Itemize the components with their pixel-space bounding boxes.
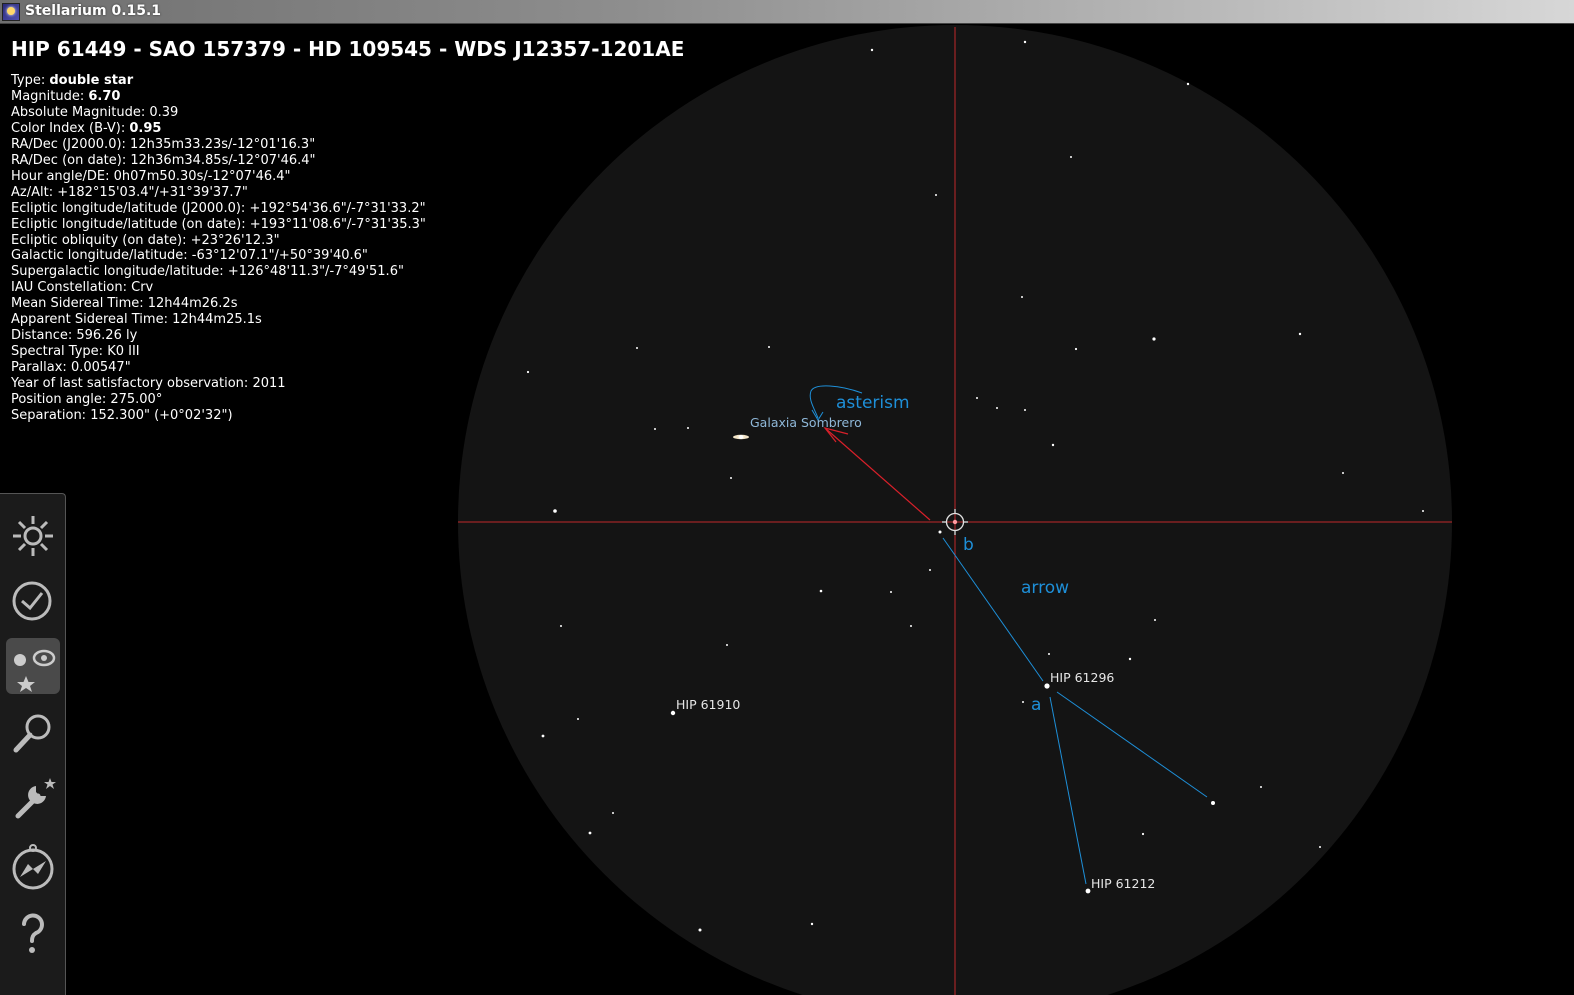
info-label: Hour angle/DE: xyxy=(11,168,114,184)
date-time-button[interactable] xyxy=(6,571,60,627)
info-row: Position angle: 275.00° xyxy=(11,392,426,408)
galaxy-label: Galaxia Sombrero xyxy=(750,415,862,430)
help-button[interactable] xyxy=(6,906,60,962)
object-title: HIP 61449 - SAO 157379 - HD 109545 - WDS… xyxy=(11,37,685,61)
info-label: Spectral Type: xyxy=(11,344,108,360)
info-value: 0.39 xyxy=(149,104,179,120)
info-label: Distance: xyxy=(11,328,77,344)
info-row: Ecliptic longitude/latitude (on date): +… xyxy=(11,217,426,233)
info-label: Absolute Magnitude: xyxy=(11,104,150,120)
info-value: 0.00547" xyxy=(70,360,131,376)
info-label: Year of last satisfactory observation: xyxy=(11,376,253,392)
info-row: Az/Alt: +182°15'03.4"/+31°39'37.7" xyxy=(11,185,426,201)
info-value: -63°12'07.1"/+50°39'40.6" xyxy=(191,248,368,264)
search-button[interactable] xyxy=(6,705,60,761)
info-row: Parallax: 0.00547" xyxy=(11,360,426,376)
info-value: +193°11'08.6"/-7°31'35.3" xyxy=(249,216,426,232)
info-label: Parallax: xyxy=(11,360,71,376)
info-row: Type: double star xyxy=(11,73,426,89)
star-label-hip-61910: HIP 61910 xyxy=(676,697,740,712)
info-row: IAU Constellation: Crv xyxy=(11,280,426,296)
info-row: Year of last satisfactory observation: 2… xyxy=(11,376,426,392)
info-row: Distance: 596.26 ly xyxy=(11,328,426,344)
info-row: Mean Sidereal Time: 12h44m26.2s xyxy=(11,296,426,312)
info-value: 0.95 xyxy=(129,120,162,136)
info-label: Magnitude: xyxy=(11,88,89,104)
date-time-icon xyxy=(12,581,52,621)
window-titlebar: Stellarium 0.15.1 xyxy=(0,0,1574,24)
info-value: 0h07m50.30s/-12°07'46.4" xyxy=(113,168,291,184)
info-row: Ecliptic longitude/latitude (J2000.0): +… xyxy=(11,201,426,217)
info-value: 12h44m25.1s xyxy=(172,312,262,328)
configuration-button[interactable] xyxy=(6,772,60,828)
info-row: Color Index (B-V): 0.95 xyxy=(11,121,426,137)
sky-and-viewing-options-icon xyxy=(14,649,56,692)
info-label: IAU Constellation: xyxy=(11,280,132,296)
object-info-panel: Type: double star Magnitude: 6.70 Absolute… xyxy=(11,73,426,424)
info-value: +192°54'36.6"/-7°31'33.2" xyxy=(249,200,426,216)
configuration-icon xyxy=(15,778,56,819)
info-value: +126°48'11.3"/-7°49'51.6" xyxy=(227,264,404,280)
left-toolbar xyxy=(0,493,66,995)
star-label-hip-61212: HIP 61212 xyxy=(1091,876,1155,891)
info-label: Az/Alt: xyxy=(11,184,58,200)
stellarium-app-icon xyxy=(2,3,20,21)
info-row: Absolute Magnitude: 0.39 xyxy=(11,105,426,121)
annotation-asterism: asterism xyxy=(836,393,910,413)
info-label: Ecliptic longitude/latitude (on date): xyxy=(11,216,250,232)
info-value: 2011 xyxy=(252,376,286,392)
location-button[interactable] xyxy=(6,839,60,895)
info-value: K0 III xyxy=(107,344,140,360)
info-label: Separation: xyxy=(11,408,91,424)
sky-viewing-options-button[interactable] xyxy=(6,504,60,560)
sky-and-viewing-options-button[interactable] xyxy=(6,638,60,694)
info-value: 152.300" (+0°02'32") xyxy=(90,408,233,424)
info-row: RA/Dec (on date): 12h36m34.85s/-12°07'46… xyxy=(11,153,426,169)
info-row: Ecliptic obliquity (on date): +23°26'12.… xyxy=(11,233,426,249)
info-value: 6.70 xyxy=(88,88,121,104)
search-icon xyxy=(13,714,51,753)
location-compass-icon xyxy=(12,844,54,890)
sombrero-galaxy-core xyxy=(738,435,744,439)
selected-star xyxy=(952,519,958,525)
info-label: Type: xyxy=(11,73,50,88)
window-title: Stellarium 0.15.1 xyxy=(25,3,162,19)
info-label: RA/Dec (J2000.0): xyxy=(11,136,131,152)
info-value: double star xyxy=(49,73,134,88)
info-value: 12h44m26.2s xyxy=(147,296,238,312)
info-label: Apparent Sidereal Time: xyxy=(11,312,173,328)
annotation-arrow: arrow xyxy=(1021,578,1069,598)
help-icon xyxy=(22,913,44,953)
info-value: 12h36m34.85s/-12°07'46.4" xyxy=(130,152,316,168)
info-row: Hour angle/DE: 0h07m50.30s/-12°07'46.4" xyxy=(11,169,426,185)
star-label-hip-61296: HIP 61296 xyxy=(1050,670,1114,685)
info-row: Separation: 152.300" (+0°02'32") xyxy=(11,408,426,424)
annotation-b: b xyxy=(963,535,974,555)
info-label: Color Index (B-V): xyxy=(11,120,130,136)
info-value: +23°26'12.3" xyxy=(190,232,280,248)
sky-viewing-options-icon xyxy=(13,516,53,556)
info-row: Apparent Sidereal Time: 12h44m25.1s xyxy=(11,312,426,328)
info-value: 596.26 ly xyxy=(76,328,138,344)
info-value: +182°15'03.4"/+31°39'37.7" xyxy=(57,184,248,200)
info-label: Position angle: xyxy=(11,392,111,408)
info-label: Mean Sidereal Time: xyxy=(11,296,148,312)
info-value: 275.00° xyxy=(110,392,163,408)
info-label: RA/Dec (on date): xyxy=(11,152,131,168)
info-row: RA/Dec (J2000.0): 12h35m33.23s/-12°01'16… xyxy=(11,137,426,153)
info-row: Magnitude: 6.70 xyxy=(11,89,426,105)
info-row: Supergalactic longitude/latitude: +126°4… xyxy=(11,264,426,280)
info-label: Ecliptic longitude/latitude (J2000.0): xyxy=(11,200,250,216)
info-label: Ecliptic obliquity (on date): xyxy=(11,232,191,248)
info-row: Galactic longitude/latitude: -63°12'07.1… xyxy=(11,248,426,264)
info-label: Galactic longitude/latitude: xyxy=(11,248,192,264)
info-label: Supergalactic longitude/latitude: xyxy=(11,264,228,280)
info-value: 12h35m33.23s/-12°01'16.3" xyxy=(130,136,316,152)
info-value: Crv xyxy=(131,280,154,296)
annotation-a: a xyxy=(1031,695,1041,715)
info-row: Spectral Type: K0 III xyxy=(11,344,426,360)
